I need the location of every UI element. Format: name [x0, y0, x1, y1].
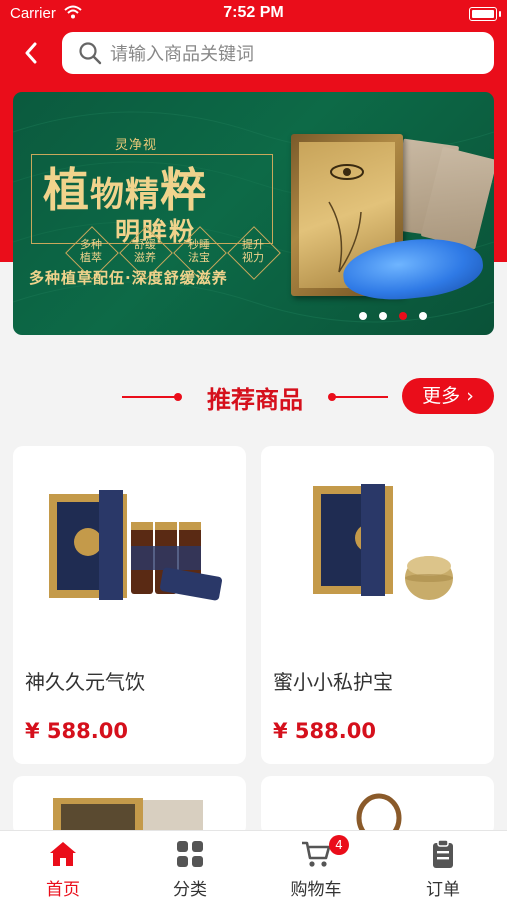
banner-title-part1: 植	[43, 163, 90, 217]
banner-title-part3: 粹	[160, 163, 207, 217]
banner-title-part2: 物精	[90, 175, 160, 215]
product-card[interactable]	[13, 776, 246, 836]
title-decoration-left	[122, 393, 182, 401]
bottom-tab-bar: 首页 分类 4 购物车 订单	[0, 830, 507, 901]
product-image	[49, 490, 222, 601]
carousel-dot[interactable]	[359, 312, 367, 320]
tab-label: 订单	[426, 880, 460, 900]
product-price: ¥ 588.00	[25, 719, 128, 743]
product-image	[356, 793, 402, 836]
grid-icon	[177, 841, 203, 867]
chevron-left-icon	[25, 42, 37, 64]
product-card[interactable]: 蜜小小私护宝 ¥ 588.00	[261, 446, 494, 764]
clock: 7:52 PM	[223, 4, 284, 21]
feature-label: 提升 视力	[242, 238, 264, 264]
home-icon	[50, 842, 76, 866]
banner-tagline: 多种植草配伍·深度舒缓滋养	[29, 269, 228, 287]
tab-category[interactable]: 分类	[127, 831, 253, 901]
cart-badge: 4	[329, 835, 349, 855]
promo-banner[interactable]: 灵净视 植物精粹 明眸粉 多种 植萃 舒缓 滋养 秒睡 法宝 提升 视力 多种植…	[13, 92, 494, 335]
cart-icon	[302, 841, 331, 867]
feature-label: 多种 植萃	[80, 238, 102, 264]
carousel-dot[interactable]	[379, 312, 387, 320]
search-bar[interactable]	[62, 32, 494, 76]
product-card[interactable]	[261, 776, 494, 836]
recommended-section-header: 推荐商品 更多 ›	[0, 376, 507, 418]
banner-title: 植物精粹	[43, 154, 207, 220]
tab-label: 购物车	[290, 880, 342, 900]
search-input[interactable]	[108, 32, 482, 76]
tab-label: 分类	[173, 880, 207, 900]
product-image	[313, 484, 453, 600]
search-icon	[78, 41, 102, 69]
clipboard-icon	[433, 839, 453, 868]
carousel-dot[interactable]	[419, 312, 427, 320]
product-card[interactable]: 神久久元气饮 ¥ 588.00	[13, 446, 246, 764]
more-button[interactable]: 更多 ›	[402, 378, 494, 414]
banner-brand: 灵净视	[115, 138, 158, 153]
feature-label: 舒缓 滋养	[134, 238, 156, 264]
tab-orders[interactable]: 订单	[380, 831, 506, 901]
battery-icon	[469, 7, 501, 21]
tab-cart[interactable]: 4 购物车	[253, 831, 379, 901]
product-price: ¥ 588.00	[273, 719, 376, 743]
tab-label: 首页	[46, 880, 80, 900]
feature-label: 秒睡 法宝	[188, 238, 210, 264]
product-image	[53, 798, 203, 836]
product-name: 神久久元气饮	[25, 670, 145, 694]
status-bar: Carrier 7:52 PM	[0, 0, 507, 28]
product-name: 蜜小小私护宝	[273, 670, 393, 694]
title-decoration-right	[328, 393, 388, 401]
section-title: 推荐商品	[207, 386, 303, 414]
back-button[interactable]	[14, 36, 48, 70]
tab-home[interactable]: 首页	[0, 831, 126, 901]
carousel-dot-active[interactable]	[399, 312, 407, 320]
